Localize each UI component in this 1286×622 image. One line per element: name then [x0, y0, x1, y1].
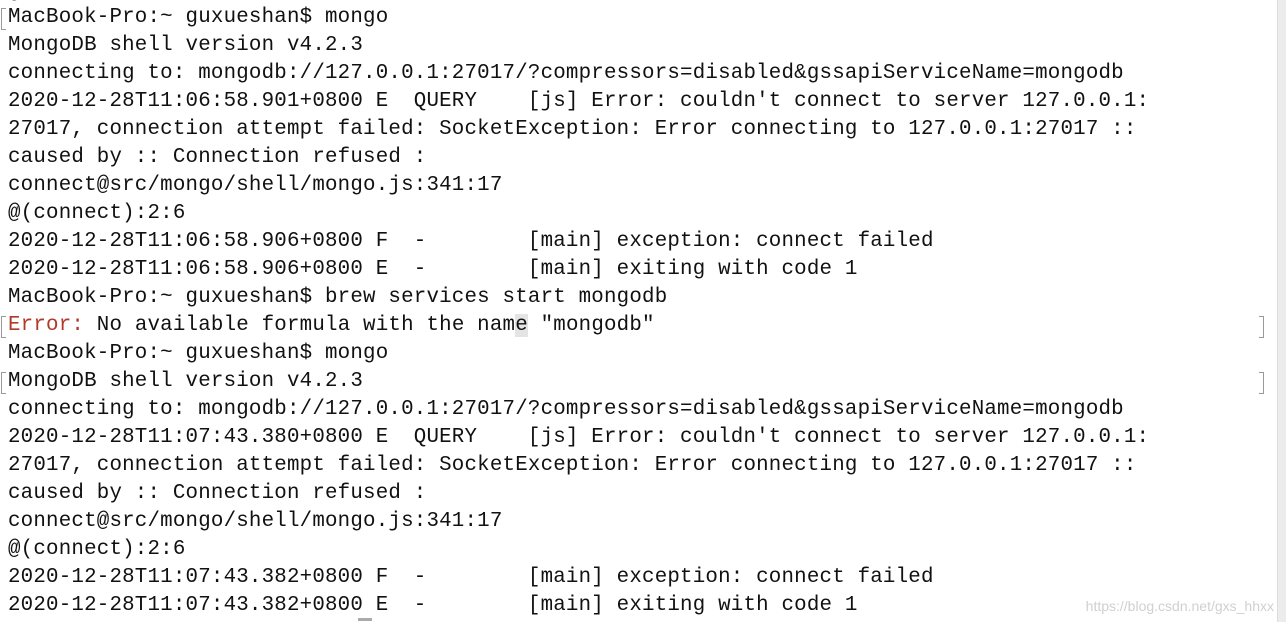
- line-marker-end-icon: [1259, 372, 1264, 394]
- terminal-line: @(connect):2:6: [8, 538, 186, 561]
- line-marker-icon: [1, 372, 6, 394]
- terminal-line: 2020-12-28T11:07:43.382+0800 F - [main] …: [8, 566, 934, 589]
- terminal-line: 2020-12-28T11:06:58.906+0800 E - [main] …: [8, 258, 858, 281]
- terminal-line: 2020-12-28T11:06:58.906+0800 F - [main] …: [8, 230, 934, 253]
- watermark: https://blog.csdn.net/gxs_hhxx: [1085, 598, 1274, 614]
- terminal-line: caused by :: Connection refused :: [8, 146, 427, 169]
- terminal-line: connecting to: mongodb://127.0.0.1:27017…: [8, 62, 1124, 85]
- line-marker-icon: [1, 8, 6, 30]
- terminal-line: connecting to: mongodb://127.0.0.1:27017…: [8, 398, 1124, 421]
- terminal-line: connect@src/mongo/shell/mongo.js:341:17: [8, 174, 503, 197]
- terminal-line: 2020-12-28T11:07:43.382+0800 E - [main] …: [8, 594, 858, 617]
- terminal-line: MongoDB shell version v4.2.3: [8, 34, 364, 57]
- terminal-line: 2020-12-28T11:06:58.901+0800 E QUERY [js…: [8, 90, 1150, 113]
- line-marker-end-icon: [1259, 316, 1264, 338]
- error-label: Error:: [8, 314, 85, 337]
- error-text-rest: "mongodb": [527, 314, 655, 337]
- terminal-line: 27017, connection attempt failed: Socket…: [8, 454, 1137, 477]
- terminal-line: @(connect):2:6: [8, 202, 186, 225]
- line-marker-icon: [1, 316, 6, 338]
- terminal-line: caused by :: Connection refused :: [8, 482, 427, 505]
- terminal-error-line: Error: No available formula with the nam…: [8, 312, 655, 340]
- terminal-line: 2020-12-28T11:07:43.380+0800 E QUERY [js…: [8, 426, 1150, 449]
- terminal-line: MacBook-Pro:~ guxueshan$ mongo: [8, 6, 389, 29]
- text-cursor: e: [515, 314, 528, 337]
- terminal-line: 27017, connection attempt failed: Socket…: [8, 118, 1137, 141]
- terminal-line: MongoDB shell version v4.2.3: [8, 370, 364, 393]
- error-text: No available formula with the nam: [84, 314, 516, 337]
- scrollbar[interactable]: [1277, 0, 1286, 622]
- terminal-line: MacBook-Pro:~ guxueshan$ brew services s…: [8, 286, 668, 309]
- caret-indicator: [358, 618, 372, 621]
- terminal-line: MacBook-Pro:~ guxueshan$ mongo: [8, 342, 389, 365]
- terminal-line: connect@src/mongo/shell/mongo.js:341:17: [8, 510, 503, 533]
- terminal-window[interactable]: g MacBook-Pro:~ guxueshan$ mongo MongoDB…: [0, 0, 1278, 622]
